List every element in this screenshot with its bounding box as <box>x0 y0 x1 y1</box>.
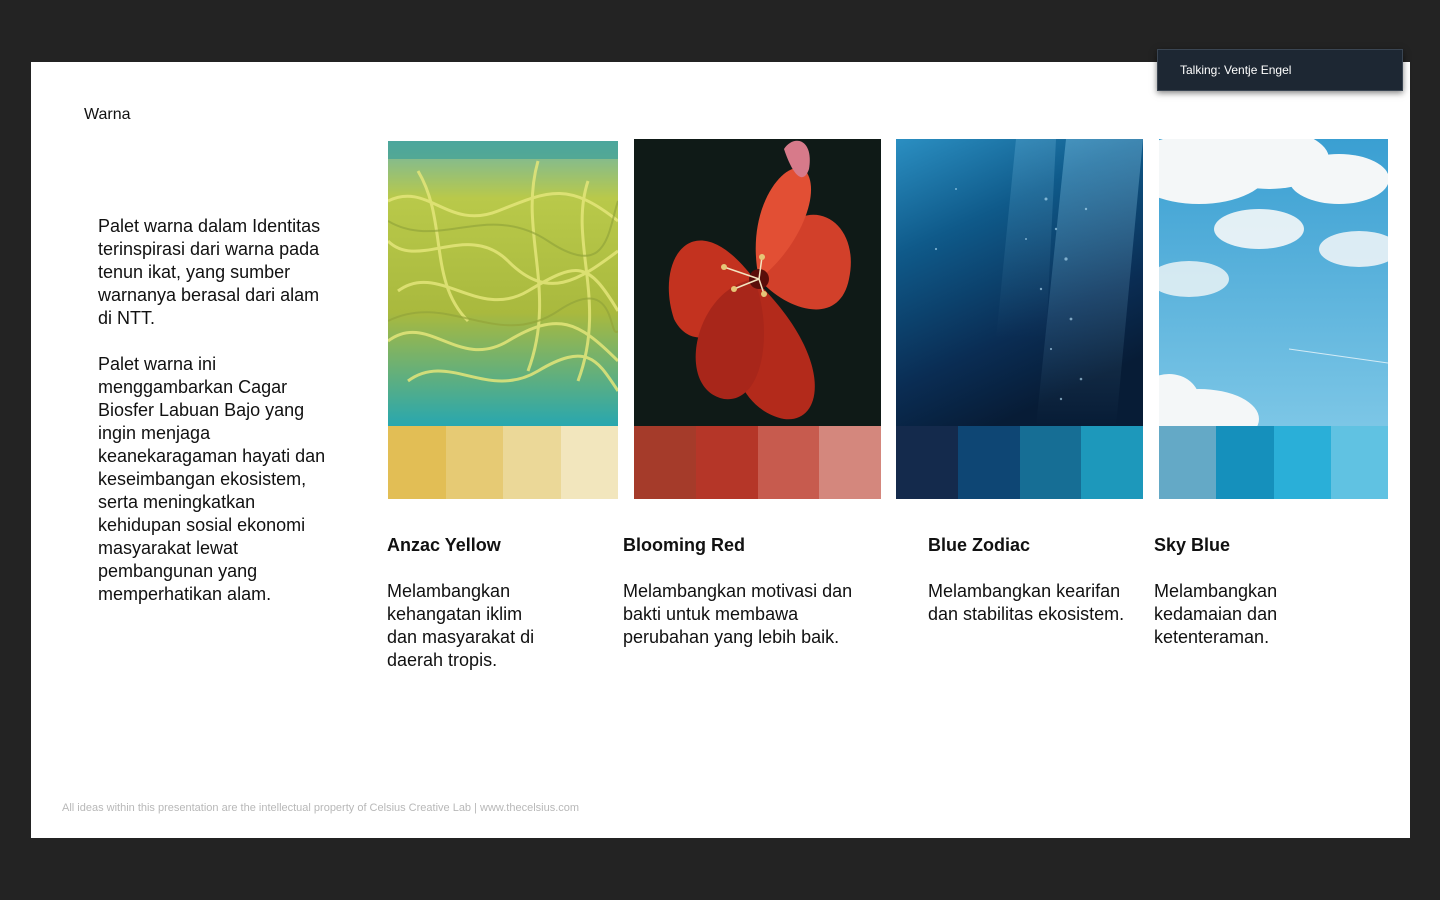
color-swatch <box>1273 426 1331 499</box>
presentation-slide: Warna Palet warna dalam Identitas terins… <box>31 62 1410 838</box>
color-swatch <box>1216 426 1274 499</box>
intro-paragraph: Palet warna ini menggambarkan Cagar Bios… <box>98 354 326 604</box>
anzac-yellow-swatches <box>388 426 618 499</box>
talking-indicator: Talking: Ventje Engel <box>1157 49 1403 91</box>
palette-description: Melambangkan kearifan dan stabilitas eko… <box>928 581 1125 624</box>
sky-blue-swatches <box>1159 426 1388 499</box>
color-swatch <box>1081 426 1143 499</box>
color-swatch <box>634 426 696 499</box>
palette-description: Melambangkan kedamaian dan ketenteraman. <box>1154 581 1278 647</box>
color-swatch <box>388 426 446 499</box>
palette-description: Melambangkan motivasi dan bakti untuk me… <box>623 581 853 647</box>
footer-note: All ideas within this presentation are t… <box>62 802 580 814</box>
blue-zodiac-swatches <box>896 426 1143 499</box>
color-swatch <box>503 426 561 499</box>
deep-ocean-photo <box>896 139 1143 426</box>
color-swatch <box>757 426 820 499</box>
blooming-red-swatches <box>634 426 881 499</box>
slide-title: Warna <box>84 106 131 123</box>
palette-name: Anzac Yellow <box>387 535 501 555</box>
color-swatch <box>445 426 503 499</box>
color-swatch <box>819 426 881 499</box>
color-swatch <box>695 426 758 499</box>
intro-text: Palet warna dalam Identitas terinspirasi… <box>98 215 333 629</box>
cloudy-sky-photo <box>1159 139 1388 426</box>
color-swatch <box>957 426 1020 499</box>
color-swatch <box>1159 426 1217 499</box>
palette-name: Blooming Red <box>623 535 745 555</box>
palette-name: Sky Blue <box>1154 535 1231 555</box>
color-swatch <box>896 426 958 499</box>
color-swatch <box>560 426 618 499</box>
palette-name: Blue Zodiac <box>928 535 1031 555</box>
palette-description: Melambangkan kehangatan iklim dan masyar… <box>387 581 535 670</box>
color-swatch <box>1330 426 1388 499</box>
red-flower-photo <box>634 139 881 426</box>
seaweed-photo <box>388 141 618 427</box>
intro-paragraph: Palet warna dalam Identitas terinspirasi… <box>98 216 321 328</box>
color-swatch <box>1019 426 1082 499</box>
